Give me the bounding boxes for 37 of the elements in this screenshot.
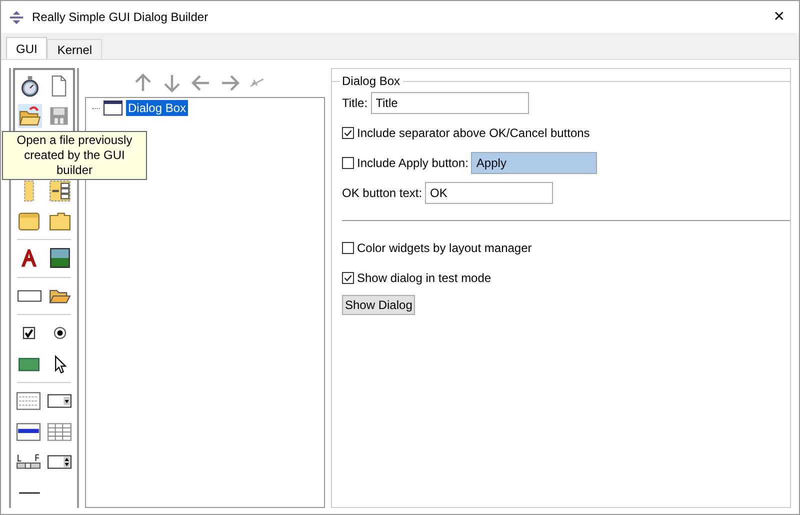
left-arrow-icon[interactable] xyxy=(191,72,211,92)
listbox-icon[interactable] xyxy=(16,390,41,412)
folder-icon[interactable] xyxy=(48,210,70,232)
checkbox[interactable] xyxy=(342,127,354,139)
checkbox-label: Show dialog in test mode xyxy=(357,271,492,285)
grid-layout-icon[interactable] xyxy=(48,180,70,202)
group-title: Dialog Box xyxy=(340,74,404,88)
show-dialog-button[interactable]: Show Dialog xyxy=(342,295,416,315)
window-icon xyxy=(103,100,123,116)
app-icon xyxy=(9,10,24,24)
checkbox[interactable] xyxy=(342,242,354,254)
image-icon[interactable] xyxy=(48,247,70,270)
tab[interactable]: GUI xyxy=(6,37,48,59)
open-folder-icon[interactable] xyxy=(19,105,41,127)
save-icon[interactable] xyxy=(48,105,70,127)
list-icon[interactable] xyxy=(16,420,41,443)
checkbox-label: Include separator above OK/Cancel buttons xyxy=(357,126,590,140)
field-label: Title: xyxy=(342,96,368,110)
field-label: OK button text: xyxy=(342,186,422,200)
up-arrow-icon[interactable] xyxy=(133,72,153,92)
tab[interactable]: Kernel xyxy=(47,39,102,59)
checkbox[interactable] xyxy=(342,272,354,284)
close-button[interactable]: ✕ xyxy=(767,9,791,25)
checkbox[interactable] xyxy=(342,157,354,169)
checkbox-label: Color widgets by layout manager xyxy=(357,241,532,255)
ok-text-field[interactable]: OK xyxy=(425,182,554,204)
tooltip: Open a file previously created by the GUI builder xyxy=(2,131,147,180)
window-title: Really Simple GUI Dialog Builder xyxy=(32,10,208,24)
right-arrow-icon[interactable] xyxy=(220,72,240,92)
notebook-icon[interactable] xyxy=(18,210,40,232)
stopwatch-icon[interactable] xyxy=(18,75,40,97)
checkbox-label: Include Apply button: xyxy=(357,156,468,170)
down-arrow-icon[interactable] xyxy=(162,72,182,92)
title-field[interactable]: Title xyxy=(370,92,529,114)
apply-field[interactable]: Apply xyxy=(471,152,598,174)
table-icon[interactable] xyxy=(47,420,72,443)
tree-item[interactable]: Dialog Box xyxy=(126,100,188,116)
